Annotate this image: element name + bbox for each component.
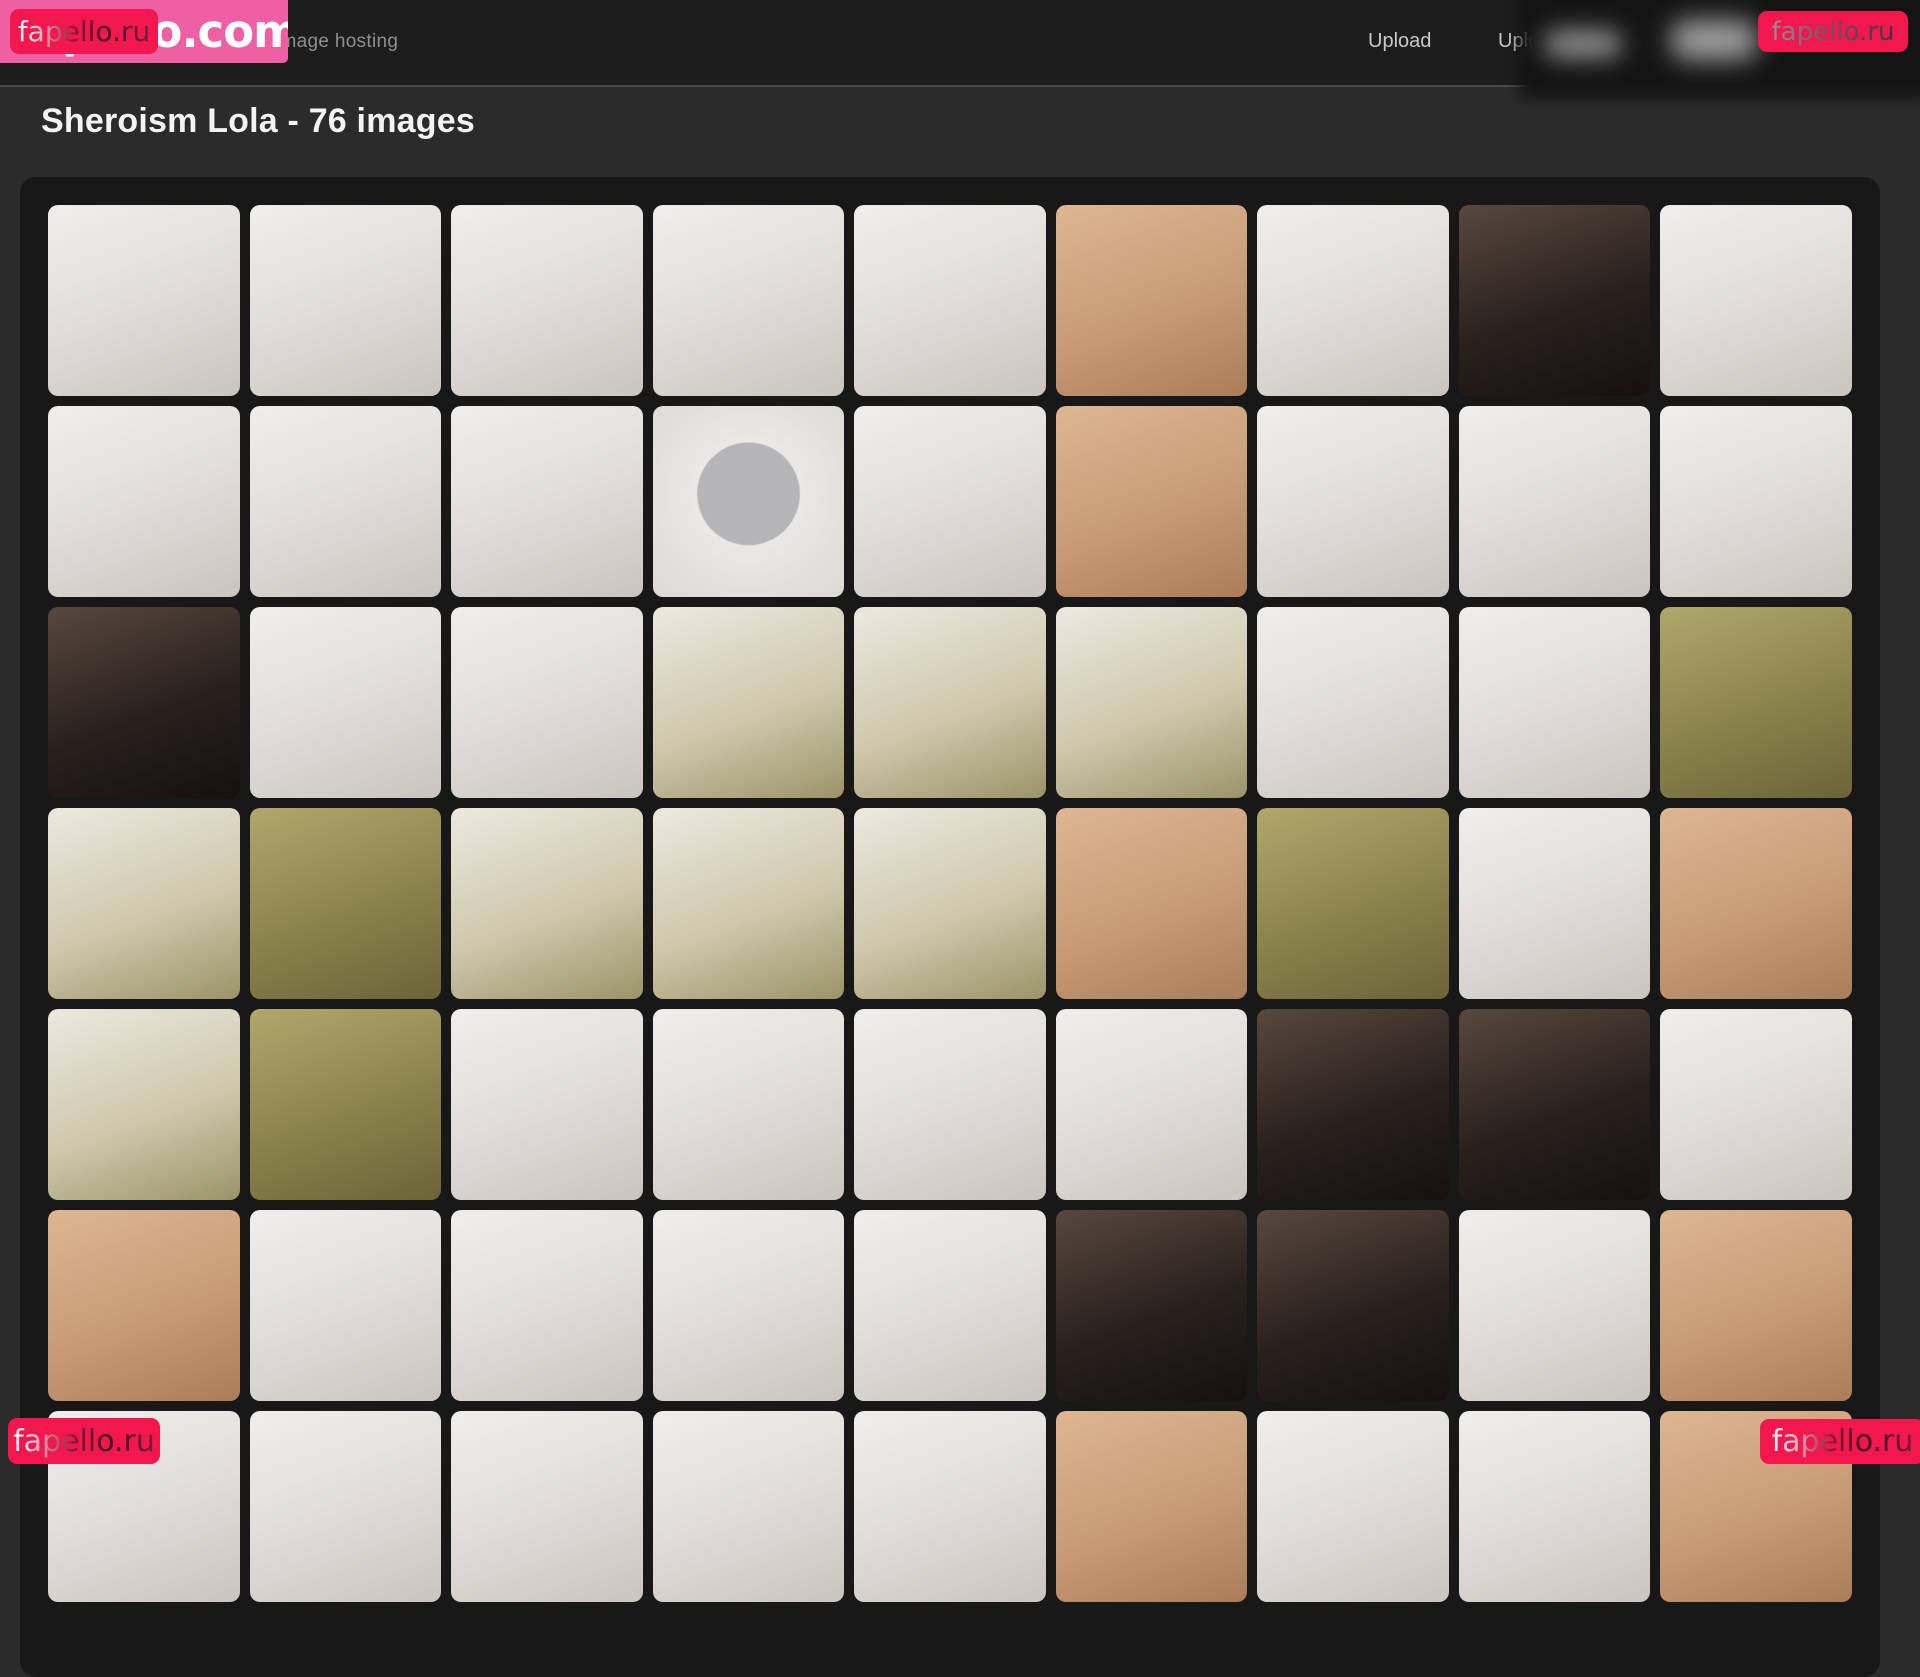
gallery-thumbnail[interactable] bbox=[48, 406, 240, 597]
gallery-thumbnail[interactable] bbox=[1660, 1210, 1852, 1401]
site-tagline: image hosting bbox=[276, 31, 398, 53]
gallery-thumbnail[interactable] bbox=[1459, 808, 1651, 999]
gallery-thumbnail[interactable] bbox=[653, 808, 845, 999]
gallery-thumbnail[interactable] bbox=[48, 808, 240, 999]
gallery-thumbnail[interactable] bbox=[451, 607, 643, 798]
gallery-thumbnail[interactable] bbox=[1257, 1009, 1449, 1200]
gallery-thumbnail[interactable] bbox=[854, 1411, 1046, 1602]
gallery-thumbnail[interactable] bbox=[451, 1009, 643, 1200]
gallery-thumbnail[interactable] bbox=[451, 808, 643, 999]
gallery-thumbnail[interactable] bbox=[250, 808, 442, 999]
gallery-thumbnail[interactable] bbox=[451, 1411, 643, 1602]
gallery-thumbnail[interactable] bbox=[1056, 607, 1248, 798]
gallery-thumbnail[interactable] bbox=[451, 205, 643, 396]
gallery-thumbnail[interactable] bbox=[1459, 1411, 1651, 1602]
gallery-thumbnail[interactable] bbox=[1660, 406, 1852, 597]
watermark-badge-bottom-right: fapello.ru bbox=[1760, 1419, 1920, 1464]
page-title: Sheroism Lola - 76 images bbox=[41, 102, 475, 141]
gallery-thumbnail[interactable] bbox=[1056, 1210, 1248, 1401]
gallery-thumbnail[interactable] bbox=[854, 1009, 1046, 1200]
watermark-badge-bottom-left: fapello.ru bbox=[8, 1418, 160, 1464]
gallery-thumbnail[interactable] bbox=[653, 1411, 845, 1602]
gallery-thumbnail[interactable] bbox=[653, 205, 845, 396]
gallery-panel bbox=[20, 177, 1880, 1677]
gallery-thumbnail[interactable] bbox=[1459, 205, 1651, 396]
gallery-thumbnail[interactable] bbox=[653, 607, 845, 798]
gallery-thumbnail[interactable] bbox=[653, 1210, 845, 1401]
blurred-username-blob bbox=[1670, 20, 1758, 60]
gallery-thumbnail[interactable] bbox=[1056, 1411, 1248, 1602]
gallery-thumbnail[interactable] bbox=[250, 1009, 442, 1200]
gallery-thumbnail[interactable] bbox=[1660, 808, 1852, 999]
gallery-thumbnail[interactable] bbox=[1257, 808, 1449, 999]
gallery-thumbnail[interactable] bbox=[451, 1210, 643, 1401]
gallery-thumbnail[interactable] bbox=[1056, 205, 1248, 396]
gallery-thumbnail[interactable] bbox=[1459, 1210, 1651, 1401]
gallery-thumbnail[interactable] bbox=[1257, 205, 1449, 396]
gallery-thumbnail[interactable] bbox=[1056, 406, 1248, 597]
gallery-thumbnail[interactable] bbox=[48, 1210, 240, 1401]
blurred-account-blob bbox=[1544, 30, 1622, 58]
gallery-thumbnail[interactable] bbox=[854, 607, 1046, 798]
gallery-thumbnail[interactable] bbox=[854, 205, 1046, 396]
gallery-grid bbox=[48, 205, 1852, 1602]
gallery-thumbnail[interactable] bbox=[1459, 1009, 1651, 1200]
watermark-badge-text: fapello.ru bbox=[18, 15, 150, 48]
gallery-thumbnail[interactable] bbox=[48, 607, 240, 798]
gallery-thumbnail[interactable] bbox=[854, 1210, 1046, 1401]
gallery-thumbnail[interactable] bbox=[1660, 205, 1852, 396]
gallery-thumbnail[interactable] bbox=[653, 406, 845, 597]
watermark-badge-top-left: fapello.ru bbox=[10, 9, 158, 54]
watermark-badge-text: fapello.ru bbox=[1772, 17, 1895, 47]
gallery-thumbnail[interactable] bbox=[1459, 607, 1651, 798]
gallery-thumbnail[interactable] bbox=[1660, 1009, 1852, 1200]
gallery-thumbnail[interactable] bbox=[48, 1009, 240, 1200]
gallery-thumbnail[interactable] bbox=[1257, 1411, 1449, 1602]
gallery-thumbnail[interactable] bbox=[48, 205, 240, 396]
gallery-thumbnail[interactable] bbox=[653, 1009, 845, 1200]
watermark-badge-text: fapello.ru bbox=[13, 1424, 155, 1459]
site-header: image hosting fapello.com fapello.ru Upl… bbox=[0, 0, 1920, 87]
watermark-badge-text: fapello.ru bbox=[1772, 1424, 1914, 1459]
gallery-thumbnail[interactable] bbox=[854, 808, 1046, 999]
gallery-thumbnail[interactable] bbox=[1056, 1009, 1248, 1200]
gallery-thumbnail[interactable] bbox=[451, 406, 643, 597]
watermark-badge-top-right: fapello.ru bbox=[1758, 11, 1908, 52]
gallery-thumbnail[interactable] bbox=[250, 1210, 442, 1401]
gallery-thumbnail[interactable] bbox=[250, 1411, 442, 1602]
gallery-thumbnail[interactable] bbox=[1660, 607, 1852, 798]
gallery-thumbnail[interactable] bbox=[250, 406, 442, 597]
gallery-thumbnail[interactable] bbox=[854, 406, 1046, 597]
gallery-thumbnail[interactable] bbox=[1459, 406, 1651, 597]
gallery-thumbnail[interactable] bbox=[1056, 808, 1248, 999]
gallery-thumbnail[interactable] bbox=[250, 607, 442, 798]
gallery-thumbnail[interactable] bbox=[1257, 406, 1449, 597]
gallery-thumbnail[interactable] bbox=[1257, 607, 1449, 798]
upload-link[interactable]: Upload bbox=[1368, 30, 1431, 53]
gallery-thumbnail[interactable] bbox=[1257, 1210, 1449, 1401]
gallery-thumbnail[interactable] bbox=[250, 205, 442, 396]
